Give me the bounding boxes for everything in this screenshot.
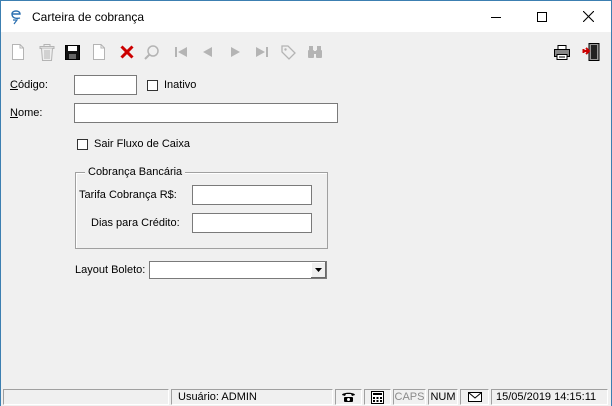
- dias-credito-label: Dias para Crédito:: [91, 217, 180, 229]
- sair-fluxo-checkbox[interactable]: [77, 139, 88, 150]
- dias-credito-input[interactable]: [192, 213, 312, 233]
- status-datetime: 15/05/2019 14:15:11: [491, 389, 608, 405]
- nome-label-accelerator: N: [10, 107, 18, 119]
- first-record-button[interactable]: [171, 42, 191, 62]
- maximize-icon: [537, 11, 547, 22]
- chevron-down-icon: [315, 268, 322, 272]
- calculator-icon: [371, 390, 384, 404]
- inativo-checkbox[interactable]: [147, 80, 158, 91]
- status-caps: CAPS: [393, 389, 426, 405]
- delete-button[interactable]: [117, 42, 137, 62]
- binoculars-icon: [308, 46, 322, 58]
- codigo-label-accelerator: C: [10, 79, 18, 91]
- status-num: NUM: [428, 389, 458, 405]
- save-button[interactable]: [62, 42, 82, 62]
- toolbar: [1, 32, 611, 70]
- minimize-button[interactable]: [473, 1, 519, 32]
- first-record-icon: [175, 47, 187, 57]
- blank-page-button[interactable]: [89, 42, 109, 62]
- next-record-icon: [231, 47, 240, 57]
- codigo-label: Código:: [10, 78, 48, 92]
- status-mail[interactable]: [460, 389, 489, 405]
- mail-icon: [467, 392, 482, 402]
- binoculars-button[interactable]: [305, 42, 325, 62]
- inativo-label: Inativo: [164, 79, 197, 91]
- nome-label: Nome:: [10, 106, 42, 120]
- status-bar: Usuário: ADMIN CAPS NUM 15/05/2019 14:15…: [1, 388, 611, 406]
- tag-icon: [280, 44, 296, 60]
- previous-record-button[interactable]: [197, 42, 217, 62]
- nome-input[interactable]: [74, 103, 338, 123]
- status-user: Usuário: ADMIN: [171, 389, 333, 405]
- app-logo-icon: [9, 7, 23, 25]
- app-window: Carteira de cobrança Código: Inativo Nom…: [0, 0, 612, 406]
- previous-record-icon: [203, 47, 212, 57]
- exit-button[interactable]: [581, 42, 601, 62]
- status-calculator[interactable]: [364, 389, 391, 405]
- search-button[interactable]: [142, 42, 162, 62]
- close-icon: [582, 11, 594, 22]
- print-button[interactable]: [552, 42, 572, 62]
- close-button[interactable]: [565, 1, 611, 32]
- maximize-button[interactable]: [519, 1, 565, 32]
- delete-x-icon: [120, 45, 134, 59]
- status-panel-empty: [3, 389, 169, 405]
- tag-button[interactable]: [278, 42, 298, 62]
- exit-door-icon: [582, 43, 600, 61]
- save-icon: [64, 44, 80, 60]
- printer-icon: [554, 44, 570, 60]
- tarifa-input[interactable]: [192, 185, 312, 205]
- trash-icon: [39, 43, 55, 61]
- cobranca-bancaria-title: Cobrança Bancária: [85, 165, 186, 179]
- new-button[interactable]: [8, 42, 28, 62]
- phone-icon: [342, 392, 355, 402]
- layout-boleto-label: Layout Boleto:: [75, 264, 146, 276]
- window-title: Carteira de cobrança: [32, 10, 145, 24]
- minimize-icon: [491, 16, 501, 18]
- layout-boleto-dropdown-button[interactable]: [310, 262, 326, 278]
- next-record-button[interactable]: [226, 42, 246, 62]
- last-record-icon: [256, 47, 268, 57]
- codigo-input[interactable]: [74, 75, 137, 95]
- cobranca-bancaria-group: [75, 172, 328, 249]
- blank-page-icon: [93, 44, 105, 60]
- codigo-label-rest: ódigo:: [17, 79, 48, 91]
- nome-label-rest: ome:: [17, 107, 43, 119]
- status-phone[interactable]: [335, 389, 362, 405]
- last-record-button[interactable]: [252, 42, 272, 62]
- sair-fluxo-label: Sair Fluxo de Caixa: [94, 138, 190, 150]
- tarifa-label: Tarifa Cobrança R$:: [79, 189, 177, 201]
- new-document-icon: [12, 44, 24, 60]
- trash-button[interactable]: [37, 42, 57, 62]
- title-bar[interactable]: Carteira de cobrança: [1, 1, 611, 32]
- layout-boleto-select[interactable]: [149, 261, 327, 279]
- search-icon: [144, 45, 159, 60]
